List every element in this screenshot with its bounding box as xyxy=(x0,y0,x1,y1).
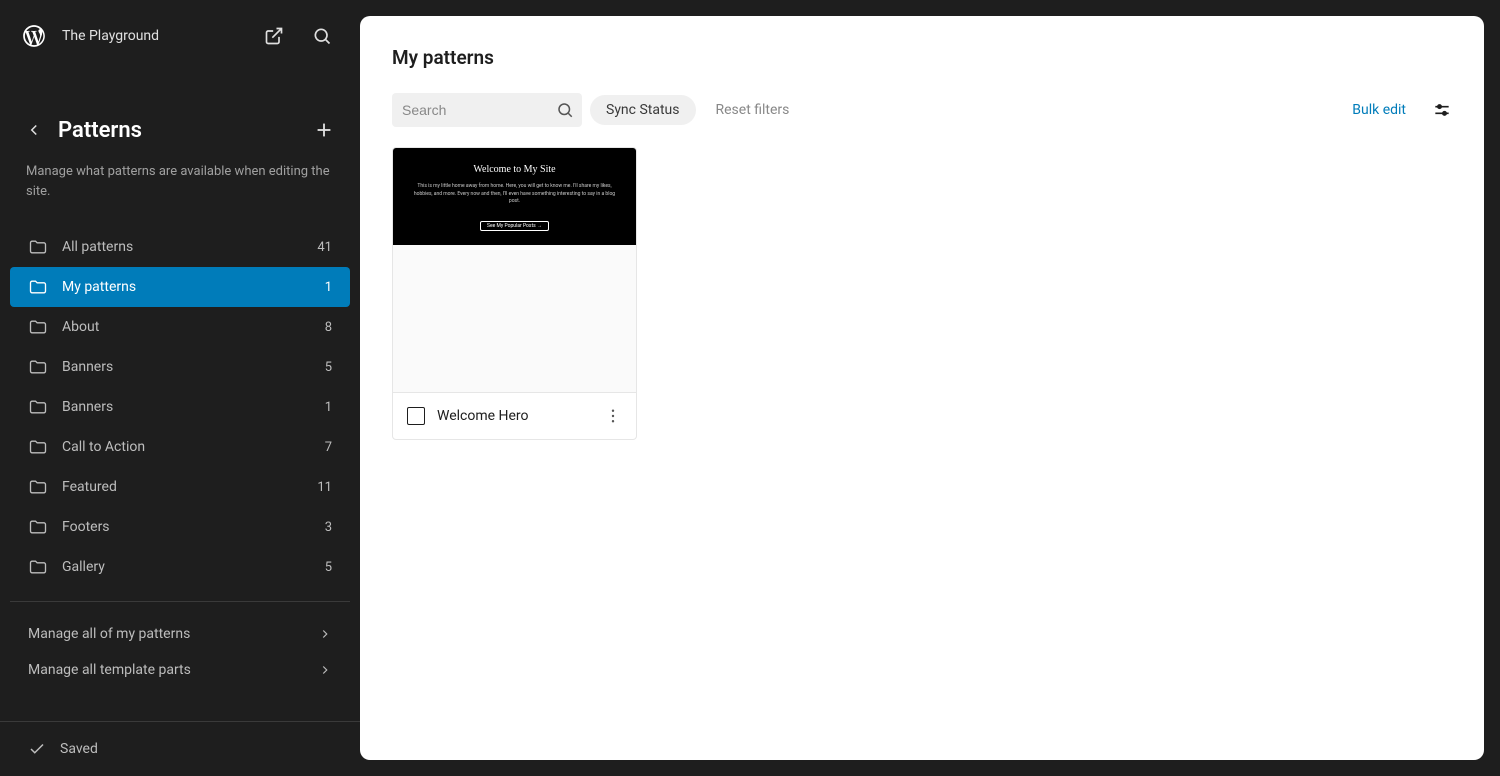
folder-icon xyxy=(28,277,48,297)
sidebar-item-gallery[interactable]: Gallery 5 xyxy=(10,547,350,587)
sidebar-item-count: 41 xyxy=(317,240,332,255)
patterns-grid: Welcome to My Site This is my little hom… xyxy=(360,147,1484,440)
preview-hero: Welcome to My Site This is my little hom… xyxy=(393,148,636,245)
sidebar-item-call-to-action[interactable]: Call to Action 7 xyxy=(10,427,350,467)
search-icon[interactable] xyxy=(304,18,340,54)
sidebar-header: Patterns xyxy=(0,72,360,146)
sidebar-manage-section: Manage all of my patterns Manage all tem… xyxy=(0,610,360,694)
sidebar-item-count: 1 xyxy=(325,280,332,295)
preview-description: This is my little home away from home. H… xyxy=(411,183,618,206)
sidebar-divider xyxy=(10,601,350,602)
sidebar-item-label: Banners xyxy=(62,399,113,415)
bulk-edit-button[interactable]: Bulk edit xyxy=(1352,102,1406,118)
chevron-right-icon xyxy=(318,627,332,641)
folder-icon xyxy=(28,557,48,577)
sidebar-title: Patterns xyxy=(58,118,308,143)
pattern-category-list: All patterns 41 My patterns 1 About 8 Ba… xyxy=(0,221,360,593)
sidebar-item-count: 3 xyxy=(325,520,332,535)
sidebar-item-label: My patterns xyxy=(62,279,136,295)
more-options-icon[interactable] xyxy=(604,407,622,425)
folder-icon xyxy=(28,517,48,537)
sidebar-item-label: Banners xyxy=(62,359,113,375)
toolbar: Sync Status Reset filters Bulk edit xyxy=(360,79,1484,147)
chevron-right-icon xyxy=(318,663,332,677)
pattern-preview: Welcome to My Site This is my little hom… xyxy=(393,148,636,392)
sidebar-item-my-patterns[interactable]: My patterns 1 xyxy=(10,267,350,307)
sidebar-item-label: Gallery xyxy=(62,559,105,575)
sidebar-item-count: 5 xyxy=(325,360,332,375)
reset-filters-button[interactable]: Reset filters xyxy=(716,102,790,118)
sync-status-filter[interactable]: Sync Status xyxy=(590,95,696,125)
view-options-icon[interactable] xyxy=(1432,100,1452,120)
sidebar-item-count: 7 xyxy=(325,440,332,455)
sidebar-item-featured[interactable]: Featured 11 xyxy=(10,467,350,507)
saved-label: Saved xyxy=(60,741,98,757)
pattern-title: Welcome Hero xyxy=(437,408,592,424)
folder-icon xyxy=(28,397,48,417)
wordpress-logo-icon[interactable] xyxy=(20,22,48,50)
sidebar-item-banners[interactable]: Banners 5 xyxy=(10,347,350,387)
sidebar-item-banners-2[interactable]: Banners 1 xyxy=(10,387,350,427)
sidebar-item-label: Footers xyxy=(62,519,110,535)
folder-icon xyxy=(28,437,48,457)
manage-item-label: Manage all template parts xyxy=(28,662,191,678)
page-title: My patterns xyxy=(360,16,1484,79)
site-title[interactable]: The Playground xyxy=(62,28,242,44)
manage-item-label: Manage all of my patterns xyxy=(28,626,190,642)
top-icons xyxy=(256,18,340,54)
search-wrap xyxy=(392,93,582,127)
sidebar-item-label: All patterns xyxy=(62,239,133,255)
manage-all-my-patterns[interactable]: Manage all of my patterns xyxy=(10,616,350,652)
folder-icon xyxy=(28,317,48,337)
back-button[interactable] xyxy=(20,116,48,144)
sidebar-item-footers[interactable]: Footers 3 xyxy=(10,507,350,547)
preview-button: See My Popular Posts → xyxy=(480,221,549,231)
pattern-card-footer: Welcome Hero xyxy=(393,392,636,439)
select-checkbox[interactable] xyxy=(407,407,425,425)
manage-all-template-parts[interactable]: Manage all template parts xyxy=(10,652,350,688)
sidebar-item-all-patterns[interactable]: All patterns 41 xyxy=(10,227,350,267)
sidebar-item-count: 5 xyxy=(325,560,332,575)
external-link-icon[interactable] xyxy=(256,18,292,54)
sidebar-top-bar: The Playground xyxy=(0,0,360,72)
folder-icon xyxy=(28,357,48,377)
main-panel: My patterns Sync Status Reset filters Bu… xyxy=(360,16,1484,760)
folder-icon xyxy=(28,477,48,497)
sidebar-item-count: 1 xyxy=(325,400,332,415)
sidebar-item-count: 8 xyxy=(325,320,332,335)
add-pattern-button[interactable] xyxy=(308,114,340,146)
folder-icon xyxy=(28,237,48,257)
sidebar-description: Manage what patterns are available when … xyxy=(0,146,360,221)
sidebar: The Playground Patterns Manage what patt… xyxy=(0,0,360,776)
check-icon xyxy=(28,740,46,758)
pattern-card[interactable]: Welcome to My Site This is my little hom… xyxy=(392,147,637,440)
sidebar-item-about[interactable]: About 8 xyxy=(10,307,350,347)
sidebar-item-label: Call to Action xyxy=(62,439,145,455)
search-input[interactable] xyxy=(392,93,582,127)
preview-title: Welcome to My Site xyxy=(411,164,618,175)
sidebar-item-count: 11 xyxy=(317,480,332,495)
sidebar-footer: Saved xyxy=(0,721,360,776)
sidebar-item-label: About xyxy=(62,319,99,335)
sidebar-item-label: Featured xyxy=(62,479,117,495)
